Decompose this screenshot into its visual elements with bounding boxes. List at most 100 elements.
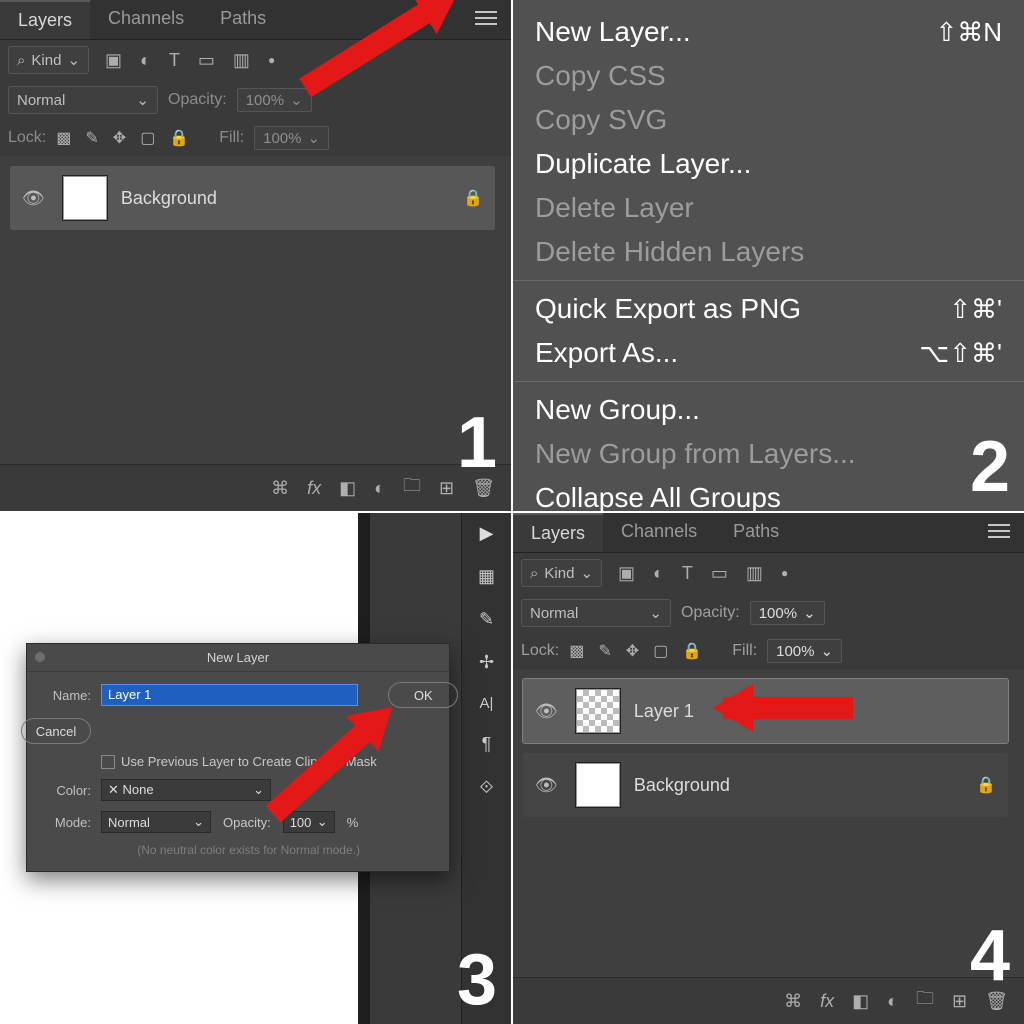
tab-layers[interactable]: Layers [513, 513, 603, 552]
fx-icon[interactable]: fx [307, 473, 321, 503]
layer-background-row[interactable]: 👁 Background 🔒 [10, 166, 495, 230]
group-icon[interactable]: 🗀 [403, 473, 421, 503]
menu-item[interactable]: New Group... [513, 388, 1024, 432]
image-filter-icon[interactable]: ▣ [105, 50, 122, 71]
new-layer-icon[interactable]: ⊞ [952, 986, 967, 1016]
link-layers-icon[interactable]: ⌘ [784, 986, 802, 1016]
opacity-value: 100% [246, 92, 284, 109]
name-input[interactable]: Layer 1 [101, 684, 358, 706]
menu-item[interactable]: Quick Export as PNG⇧⌘' [513, 287, 1024, 331]
link-layers-icon[interactable]: ⌘ [271, 473, 289, 503]
menu-item-label: Export As... [535, 337, 678, 369]
lock-label: Lock: [8, 129, 46, 147]
name-label: Name: [39, 688, 91, 703]
opacity-field[interactable]: 100%⌄ [237, 88, 312, 112]
panel-menu-icon[interactable] [988, 513, 1024, 552]
image-filter-icon[interactable]: ▣ [618, 563, 635, 584]
step-number: 2 [970, 431, 1010, 503]
color-select[interactable]: ✕ None ⌄ [101, 779, 271, 801]
opacity-label: Opacity: [168, 91, 227, 109]
lock-transparency-icon[interactable]: ▩ [569, 641, 584, 661]
menu-item-label: Copy SVG [535, 104, 667, 136]
brush-icon[interactable]: ✎ [479, 609, 494, 630]
menu-item-label: Duplicate Layer... [535, 148, 751, 180]
kind-filter[interactable]: ⌕Kind ⌄ [8, 46, 89, 74]
visibility-icon[interactable]: 👁 [535, 701, 558, 722]
fill-field[interactable]: 100%⌄ [767, 639, 842, 663]
lock-pixels-icon[interactable]: ✎ [85, 128, 98, 148]
kind-filter[interactable]: ⌕Kind ⌄ [521, 559, 602, 587]
paragraph-icon[interactable]: ¶ [482, 734, 492, 755]
clipping-mask-checkbox[interactable]: Use Previous Layer to Create Clipping Ma… [101, 754, 458, 769]
shape-filter-icon[interactable]: ▭ [711, 563, 728, 584]
lock-pixels-icon[interactable]: ✎ [598, 641, 611, 661]
fill-field[interactable]: 100%⌄ [254, 126, 329, 150]
adjustment-filter-icon[interactable]: ◐ [140, 50, 151, 71]
dialog-title: New Layer [27, 644, 449, 672]
smartobj-filter-icon[interactable]: ▥ [746, 563, 763, 584]
shape-filter-icon[interactable]: ▭ [198, 50, 215, 71]
group-icon[interactable]: 🗀 [916, 986, 934, 1016]
color-value: ✕ None [108, 782, 154, 798]
cancel-button[interactable]: Cancel [21, 718, 91, 744]
menu-item[interactable]: New Layer...⇧⌘N [513, 10, 1024, 54]
fill-label: Fill: [219, 129, 244, 147]
tab-paths[interactable]: Paths [715, 513, 797, 552]
layer-background-row[interactable]: 👁 Background 🔒 [523, 753, 1008, 817]
tab-paths[interactable]: Paths [202, 0, 284, 39]
blend-mode-select[interactable]: Normal⌄ [521, 599, 671, 627]
adjustment-layer-icon[interactable]: ◐ [374, 473, 385, 503]
lock-transparency-icon[interactable]: ▩ [56, 128, 71, 148]
opacity-field[interactable]: 100%⌄ [750, 601, 825, 625]
filter-toggle-icon[interactable]: ● [268, 50, 275, 71]
layers-footer: ⌘ fx ◧ ◐ 🗀 ⊞ 🗑 [513, 977, 1024, 1024]
tab-channels[interactable]: Channels [603, 513, 715, 552]
clone-icon[interactable]: ✢ [479, 652, 494, 673]
new-layer-icon[interactable]: ⊞ [439, 473, 454, 503]
lock-artboard-icon[interactable]: ▢ [653, 641, 668, 661]
dialog-opacity-value: 100 [290, 815, 312, 830]
swatches-icon[interactable]: ▦ [478, 566, 495, 587]
measure-icon[interactable]: ⟐ [479, 777, 493, 798]
visibility-icon[interactable]: 👁 [535, 775, 558, 796]
menu-item-label: Copy CSS [535, 60, 666, 92]
char-panel-icon[interactable]: A| [480, 695, 494, 712]
adjustment-layer-icon[interactable]: ◐ [887, 986, 898, 1016]
lock-position-icon[interactable]: ✥ [113, 128, 126, 148]
blend-mode-value: Normal [530, 605, 578, 622]
smartobj-filter-icon[interactable]: ▥ [233, 50, 250, 71]
lock-icon[interactable]: 🔒 [463, 188, 483, 208]
chevron-down-icon: ⌄ [253, 782, 264, 798]
type-filter-icon[interactable]: T [682, 563, 693, 584]
close-icon[interactable] [35, 652, 45, 662]
mask-icon[interactable]: ◧ [852, 986, 869, 1016]
menu-item[interactable]: Collapse All Groups [513, 476, 1024, 511]
menu-item: Delete Hidden Layers [513, 230, 1024, 274]
layer-thumbnail[interactable] [576, 689, 620, 733]
filter-toggle-icon[interactable]: ● [781, 563, 788, 584]
fx-icon[interactable]: fx [820, 986, 834, 1016]
lock-all-icon[interactable]: 🔒 [682, 641, 702, 661]
layer-thumbnail[interactable] [63, 176, 107, 220]
lock-all-icon[interactable]: 🔒 [169, 128, 189, 148]
menu-item[interactable]: Export As... ⌥⇧⌘' [513, 331, 1024, 375]
menu-item[interactable]: Duplicate Layer... [513, 142, 1024, 186]
menu-shortcut: ⇧⌘' [949, 294, 1002, 325]
lock-position-icon[interactable]: ✥ [626, 641, 639, 661]
layer-thumbnail[interactable] [576, 763, 620, 807]
mode-select[interactable]: Normal⌄ [101, 811, 211, 833]
mask-icon[interactable]: ◧ [339, 473, 356, 503]
adjustment-filter-icon[interactable]: ◐ [653, 563, 664, 584]
tab-channels[interactable]: Channels [90, 0, 202, 39]
visibility-icon[interactable]: 👁 [22, 188, 45, 209]
tab-layers[interactable]: Layers [0, 0, 90, 39]
checkbox-icon[interactable] [101, 755, 115, 769]
blend-mode-value: Normal [17, 92, 65, 109]
blend-mode-select[interactable]: Normal⌄ [8, 86, 158, 114]
lock-icon[interactable]: 🔒 [976, 775, 996, 795]
lock-artboard-icon[interactable]: ▢ [140, 128, 155, 148]
menu-shortcut: ⌥⇧⌘' [919, 338, 1002, 369]
type-filter-icon[interactable]: T [169, 50, 180, 71]
dialog-opacity-field[interactable]: 100⌄ [283, 811, 335, 833]
play-icon[interactable]: ▶ [480, 523, 494, 544]
